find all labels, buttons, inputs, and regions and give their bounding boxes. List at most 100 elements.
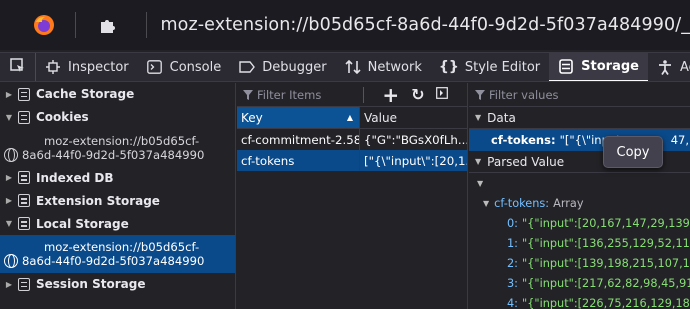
firefox-icon[interactable] [26, 0, 61, 50]
tab-inspector[interactable]: Inspector [36, 53, 138, 81]
array-value: "{"input":[139,198,215,107,197, [522, 256, 690, 270]
host-label-line1: moz-extension://b05d65cf- [44, 239, 200, 254]
host-label-line2: 8a6d-44f0-9d2d-5f037a484990 [22, 253, 205, 268]
tree-item-label: Indexed DB [36, 170, 114, 185]
tab-style-editor-label: Style Editor [464, 59, 541, 75]
collapse-arrow-icon: ▼ [477, 178, 484, 188]
tree-item-cookies[interactable]: ▼ Cookies [0, 106, 235, 129]
array-type: Array [553, 196, 584, 210]
collapse-arrow-icon: ▼ [475, 157, 482, 166]
network-icon [345, 59, 361, 75]
expand-arrow-icon[interactable]: ▶ [0, 280, 18, 289]
tree-item-label: Cookies [36, 110, 89, 125]
collapse-arrow-icon[interactable]: ▼ [0, 113, 18, 122]
data-value-tail: 47, [670, 133, 689, 147]
storage-table-panel: Filter Items + ↻ Key ▲ Value cf-commitme… [237, 83, 468, 309]
globe-icon [4, 253, 18, 268]
filter-items-bar: Filter Items + ↻ [237, 83, 467, 107]
tree-item-local-storage[interactable]: ▼ Local Storage [0, 212, 235, 235]
devtools-toolbar: Inspector Console Debugger Network {} St… [0, 52, 690, 82]
tab-inspector-label: Inspector [68, 59, 129, 75]
host-label-line2: 8a6d-44f0-9d2d-5f037a484990 [22, 147, 205, 162]
column-header-key[interactable]: Key ▲ [237, 107, 359, 128]
copy-menu-item[interactable]: Copy [603, 136, 663, 168]
array-value: "{"input":[217,62,82,98,45,91,1 [522, 276, 690, 290]
tab-accessibility[interactable]: Accessibi [648, 53, 690, 81]
actions-divider [363, 86, 365, 103]
filter-icon [243, 89, 253, 100]
parsed-array-row[interactable]: ▼ cf-tokens: Array [469, 193, 690, 213]
tab-network[interactable]: Network [336, 53, 431, 81]
tab-console[interactable]: Console [138, 53, 231, 81]
tab-storage[interactable]: Storage [549, 53, 648, 81]
array-key: cf-tokens: [494, 196, 550, 210]
table-cell-value: {"G":"BGsX0fLh... [359, 129, 467, 150]
host-label-line1: moz-extension://b05d65cf- [44, 133, 200, 148]
tab-storage-label: Storage [581, 58, 639, 74]
storage-icon [18, 194, 30, 208]
expand-arrow-icon[interactable]: ▶ [0, 173, 18, 182]
tree-item-extension-storage[interactable]: ▶ Extension Storage [0, 189, 235, 212]
array-item-row[interactable]: 3: "{"input":[217,62,82,98,45,91,1 [469, 273, 690, 293]
array-item-row[interactable]: 4: "{"input":[226,75,216,129,183, [469, 293, 690, 309]
collapse-arrow-icon: ▼ [475, 113, 482, 122]
array-item-row[interactable]: 2: "{"input":[139,198,215,107,197, [469, 253, 690, 273]
globe-icon [4, 147, 18, 162]
tab-debugger-label: Debugger [262, 59, 327, 75]
toggle-sidebar-icon[interactable] [436, 87, 449, 102]
array-value: "{"input":[136,255,129,52,112,1 [522, 236, 690, 250]
storage-icon [18, 171, 30, 185]
tree-item-local-storage-host[interactable]: moz-extension://b05d65cf- 8a6d-44f0-9d2d… [0, 234, 235, 273]
table-actions: + ↻ [363, 85, 449, 105]
tree-item-indexed-db[interactable]: ▶ Indexed DB [0, 167, 235, 190]
array-index: 2: [507, 256, 518, 270]
tab-style-editor[interactable]: {} Style Editor [431, 53, 549, 81]
tab-debugger[interactable]: Debugger [230, 53, 335, 81]
data-section-header[interactable]: ▼ Data [469, 107, 690, 129]
extension-puzzle-icon[interactable] [90, 0, 125, 50]
data-section-label: Data [487, 110, 516, 125]
tree-item-label: Extension Storage [36, 193, 160, 208]
storage-tree: ▶ Cache Storage ▼ Cookies moz-extension:… [0, 83, 236, 309]
collapse-arrow-icon[interactable]: ▼ [0, 219, 18, 228]
tree-item-cookies-host[interactable]: moz-extension://b05d65cf- 8a6d-44f0-9d2d… [0, 129, 235, 167]
picker-icon [10, 57, 25, 77]
table-cell-key: cf-tokens [241, 153, 295, 168]
titlebar-divider [75, 12, 77, 38]
array-item-row[interactable]: 0: "{"input":[20,167,147,29,139,79 [469, 213, 690, 233]
array-index: 1: [507, 236, 518, 250]
titlebar-divider-2 [145, 12, 147, 38]
add-item-icon[interactable]: + [382, 85, 399, 105]
parsed-root-row[interactable]: ▼ [469, 173, 690, 193]
tree-item-label: Cache Storage [36, 87, 135, 102]
tab-console-label: Console [169, 59, 222, 75]
expand-arrow-icon[interactable]: ▶ [0, 90, 18, 99]
array-index: 0: [507, 216, 518, 230]
style-editor-icon: {} [438, 59, 459, 75]
tree-item-session-storage[interactable]: ▶ Session Storage [0, 273, 235, 296]
column-key-label: Key [241, 110, 263, 125]
column-value-label: Value [364, 110, 397, 125]
storage-icon [18, 87, 30, 101]
tab-accessibility-label: Accessibi [679, 59, 690, 75]
table-row-selected[interactable]: cf-tokens ["{\"input\":[20,1... [237, 150, 467, 171]
refresh-icon[interactable]: ↻ [411, 86, 424, 103]
parsed-value-label: Parsed Value [487, 154, 565, 169]
filter-values-input[interactable]: Filter values [489, 88, 559, 102]
filter-items-input[interactable]: Filter Items [257, 88, 321, 102]
tree-item-cache-storage[interactable]: ▶ Cache Storage [0, 83, 235, 106]
array-item-row[interactable]: 1: "{"input":[136,255,129,52,112,1 [469, 233, 690, 253]
sort-ascending-icon: ▲ [346, 113, 353, 122]
data-key: cf-tokens: [491, 133, 556, 147]
table-row[interactable]: cf-commitment-2.58 {"G":"BGsX0fLh... [237, 129, 467, 150]
column-header-value[interactable]: Value [359, 107, 467, 128]
table-cell-value: ["{\"input\":[20,1... [359, 150, 467, 171]
array-index: 3: [507, 276, 518, 290]
accessibility-icon [657, 59, 673, 75]
inspector-icon [45, 59, 61, 75]
storage-icon [558, 58, 574, 74]
element-picker-button[interactable] [0, 53, 36, 81]
tree-item-label: Local Storage [36, 216, 129, 231]
expand-arrow-icon[interactable]: ▶ [0, 196, 18, 205]
tab-network-label: Network [367, 59, 422, 75]
